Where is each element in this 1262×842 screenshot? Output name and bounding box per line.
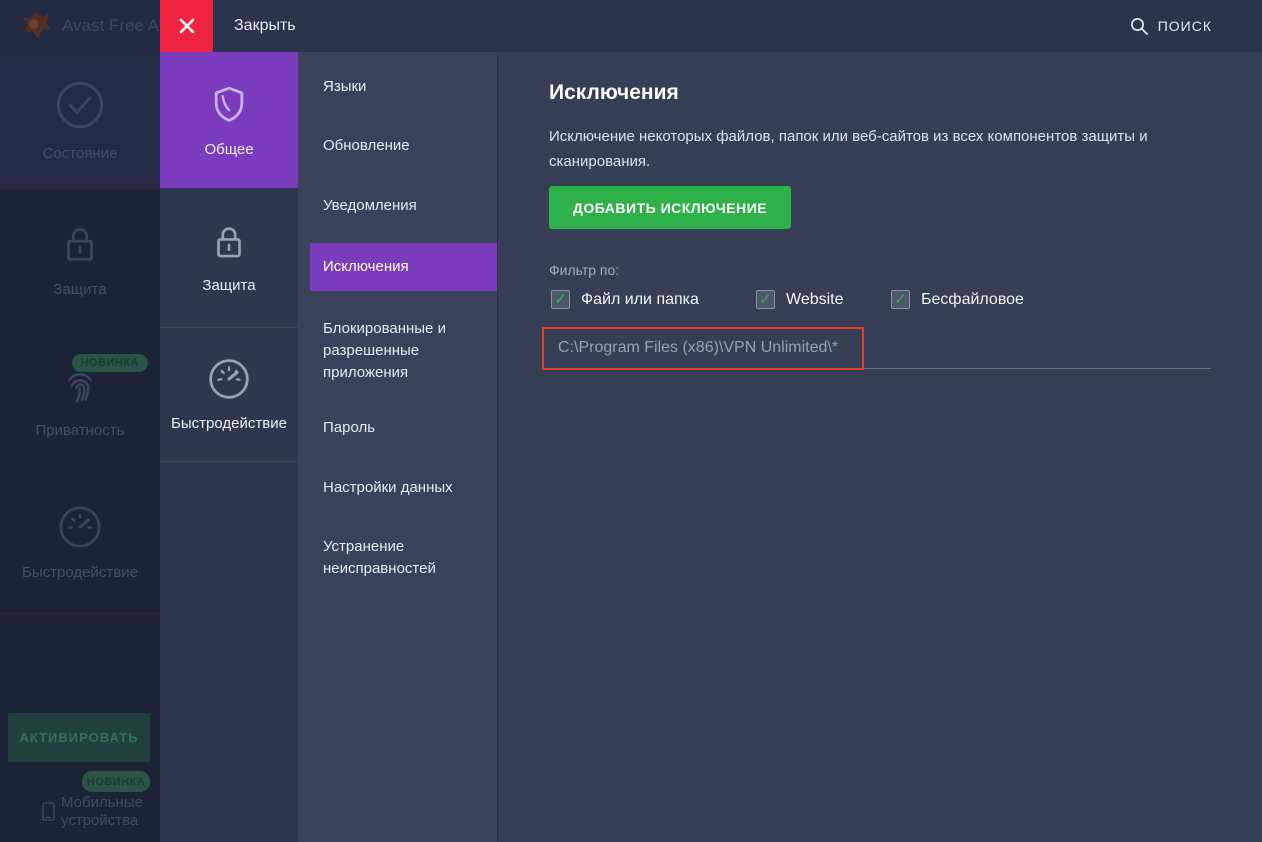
exceptions-panel: Исключения Исключение некоторых файлов, … bbox=[497, 52, 1262, 842]
filter-by-label: Фильтр по: bbox=[549, 262, 619, 278]
checkbox-box[interactable] bbox=[891, 290, 910, 309]
sidebar-item-mobile-devices[interactable]: Мобильные устройства bbox=[42, 794, 154, 830]
new-feature-badge: НОВИНКА bbox=[72, 354, 148, 372]
app-title: Avast Free A bbox=[62, 16, 159, 36]
avast-settings-window: Avast Free A Закрыть ПОИСК Состояние bbox=[0, 0, 1262, 842]
settings-submenu: Языки Обновление Уведомления Исключения … bbox=[298, 52, 497, 842]
title-bar: Avast Free A Закрыть ПОИСК bbox=[0, 0, 1262, 52]
add-exception-button[interactable]: ДОБАВИТЬ ИСКЛЮЧЕНИЕ bbox=[549, 186, 791, 229]
checkbox-label: Бесфайловое bbox=[921, 291, 1024, 309]
sidebar-item-privacy[interactable]: НОВИНКА Приватность bbox=[0, 330, 160, 472]
sidebar-item-label: Быстродействие bbox=[22, 564, 138, 581]
shield-icon bbox=[207, 83, 251, 127]
checkbox-box[interactable] bbox=[756, 290, 775, 309]
menu-item-update[interactable]: Обновление bbox=[298, 135, 497, 157]
sidebar-item-label: Защита bbox=[53, 281, 106, 298]
checkbox-label: Файл или папка bbox=[581, 291, 699, 309]
main-sidebar: Состояние Защита НОВИНКА Приватность bbox=[0, 52, 160, 842]
settings-tab-label: Защита bbox=[202, 277, 255, 294]
exclusion-path-input[interactable]: C:\Program Files (x86)\VPN Unlimited\* bbox=[549, 328, 1211, 369]
checkbox-checked-icon bbox=[554, 292, 567, 307]
checkbox-checked-icon bbox=[894, 292, 907, 307]
checkbox-checked-icon bbox=[759, 292, 772, 307]
checkbox-fileless[interactable]: Бесфайловое bbox=[891, 290, 1024, 309]
sidebar-item-performance[interactable]: Быстродействие bbox=[0, 472, 160, 614]
close-icon bbox=[177, 16, 197, 36]
gauge-icon bbox=[207, 357, 251, 401]
mobile-new-badge: НОВИНКА bbox=[82, 771, 150, 792]
settings-tab-general[interactable]: Общее bbox=[160, 52, 298, 188]
avast-logo-icon bbox=[16, 7, 54, 45]
menu-item-blocked-allowed-apps[interactable]: Блокированные и разрешенные приложения bbox=[298, 318, 497, 384]
search-icon bbox=[1130, 17, 1149, 36]
settings-tab-label: Общее bbox=[204, 141, 253, 158]
checkbox-label: Website bbox=[786, 291, 844, 309]
sidebar-item-label: Мобильные устройства bbox=[61, 794, 154, 830]
checkbox-file-or-folder[interactable]: Файл или папка bbox=[551, 290, 699, 309]
checkbox-website[interactable]: Website bbox=[756, 290, 844, 309]
menu-item-password[interactable]: Пароль bbox=[298, 417, 497, 439]
exclusion-path-value: C:\Program Files (x86)\VPN Unlimited\* bbox=[549, 339, 838, 357]
menu-item-languages[interactable]: Языки bbox=[298, 76, 497, 98]
sidebar-item-status[interactable]: Состояние bbox=[0, 52, 160, 188]
settings-category-nav: Общее Защита Быстродействие bbox=[160, 52, 298, 842]
search-button[interactable]: ПОИСК bbox=[1130, 0, 1212, 52]
mobile-phone-icon bbox=[42, 802, 56, 822]
menu-item-exceptions[interactable]: Исключения bbox=[310, 243, 497, 291]
lock-icon bbox=[57, 221, 103, 267]
settings-tab-label: Быстродействие bbox=[171, 415, 287, 432]
sidebar-item-label: Приватность bbox=[36, 422, 125, 439]
page-title: Исключения bbox=[549, 81, 679, 105]
app-brand: Avast Free A bbox=[0, 0, 160, 52]
close-x-button[interactable] bbox=[160, 0, 213, 52]
sidebar-item-label: Состояние bbox=[43, 145, 118, 162]
settings-tab-performance[interactable]: Быстродействие bbox=[160, 328, 298, 462]
checkbox-box[interactable] bbox=[551, 290, 570, 309]
settings-tab-protection[interactable]: Защита bbox=[160, 188, 298, 328]
lock-icon bbox=[208, 221, 250, 263]
menu-item-data-settings[interactable]: Настройки данных bbox=[298, 477, 497, 499]
search-label: ПОИСК bbox=[1158, 18, 1212, 34]
menu-item-notifications[interactable]: Уведомления bbox=[298, 195, 497, 217]
status-check-icon bbox=[54, 79, 106, 131]
close-button-label[interactable]: Закрыть bbox=[234, 0, 296, 52]
page-description: Исключение некоторых файлов, папок или в… bbox=[549, 124, 1211, 174]
sidebar-item-protection[interactable]: Защита bbox=[0, 188, 160, 330]
gauge-icon bbox=[57, 504, 103, 550]
activate-button[interactable]: АКТИВИРОВАТЬ bbox=[8, 713, 150, 762]
menu-item-troubleshooting[interactable]: Устранение неисправностей bbox=[298, 536, 497, 580]
